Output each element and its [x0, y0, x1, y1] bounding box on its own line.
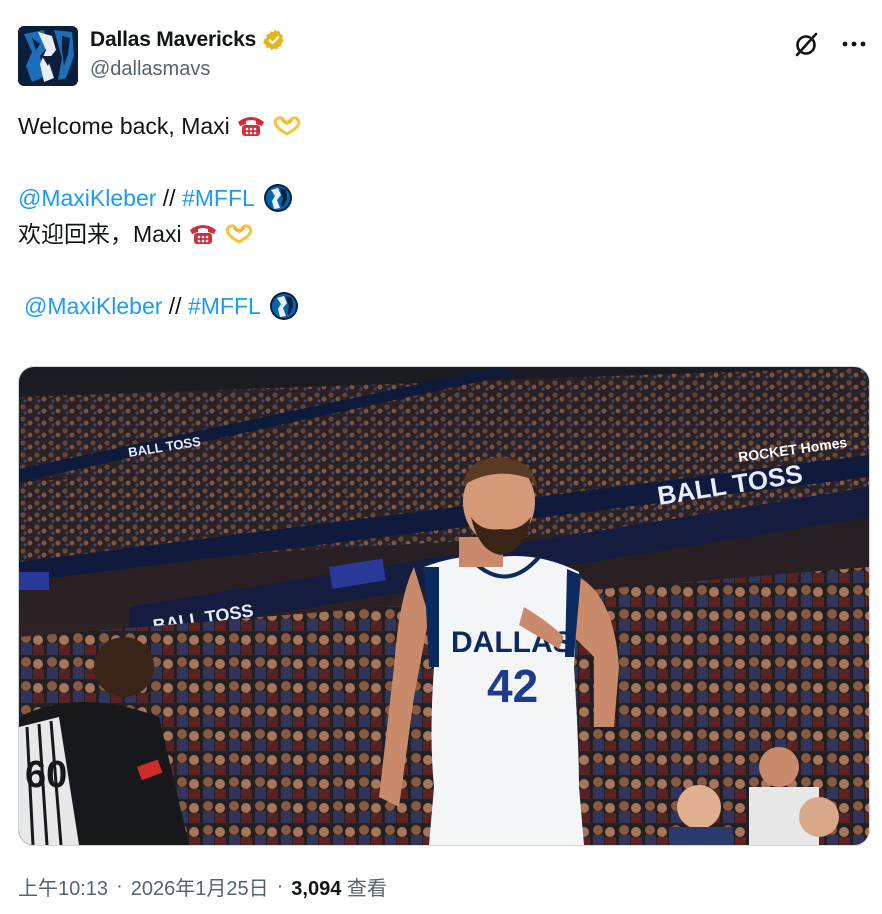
- red-telephone-emoji: [188, 220, 218, 248]
- hashtag-link[interactable]: #MFFL: [182, 180, 255, 216]
- more-options-button[interactable]: [840, 30, 868, 58]
- tweet-line-2: @MaxiKleber // #MFFL: [18, 180, 868, 216]
- meta-dot: ·: [276, 875, 284, 897]
- more-horizontal-icon: [842, 41, 866, 47]
- mavericks-logo-icon: [18, 26, 78, 86]
- gold-verified-badge-icon[interactable]: [262, 28, 286, 52]
- ref-number: 60: [25, 754, 67, 796]
- display-name[interactable]: Dallas Mavericks: [90, 28, 256, 52]
- arena-photo: BALL TOSS BALL TOSS BALL TOSS ROCKET Hom…: [19, 367, 869, 845]
- separator-text: //: [156, 185, 182, 211]
- tweet-date[interactable]: 2026年1月25日: [131, 872, 269, 901]
- grok-slash-circle-icon: [795, 32, 818, 57]
- tweet-text-welcome-zh: 欢迎回来，Maxi: [18, 221, 182, 247]
- separator-text: //: [162, 293, 188, 319]
- tweet-text: Welcome back, Maxi @MaxiKleber // #MFFL: [18, 108, 868, 324]
- tweet-header: Dallas Mavericks @dallasmavs: [18, 26, 868, 88]
- grok-button[interactable]: [792, 30, 820, 58]
- account-handle[interactable]: @dallasmavs: [90, 58, 286, 81]
- mention-link[interactable]: @MaxiKleber: [24, 288, 162, 324]
- heart-hands-emoji: [272, 112, 302, 140]
- mavs-hashflag-icon: [269, 291, 299, 321]
- avatar[interactable]: [18, 26, 78, 86]
- tweet-meta: 上午10:13 · 2026年1月25日 · 3,094 查看: [18, 872, 387, 901]
- mavs-hashflag-icon: [263, 183, 293, 213]
- tweet-line-4: @MaxiKleber // #MFFL: [18, 288, 868, 324]
- red-telephone-emoji: [236, 112, 266, 140]
- tweet-photo[interactable]: BALL TOSS BALL TOSS BALL TOSS ROCKET Hom…: [18, 366, 870, 846]
- hashtag-link[interactable]: #MFFL: [188, 288, 261, 324]
- meta-dot: ·: [116, 875, 123, 897]
- tweet-text-welcome: Welcome back, Maxi: [18, 113, 230, 139]
- mention-link[interactable]: @MaxiKleber: [18, 180, 156, 216]
- heart-hands-emoji: [224, 220, 254, 248]
- jersey-number: 42: [487, 660, 538, 712]
- tweet-line-3: 欢迎回来，Maxi: [18, 216, 868, 252]
- tweet-time[interactable]: 上午10:13: [18, 872, 108, 901]
- account-names: Dallas Mavericks @dallasmavs: [90, 28, 286, 81]
- views-count: 3,094: [291, 878, 342, 900]
- tweet-line-1: Welcome back, Maxi: [18, 108, 868, 144]
- views-label: 查看: [346, 878, 387, 900]
